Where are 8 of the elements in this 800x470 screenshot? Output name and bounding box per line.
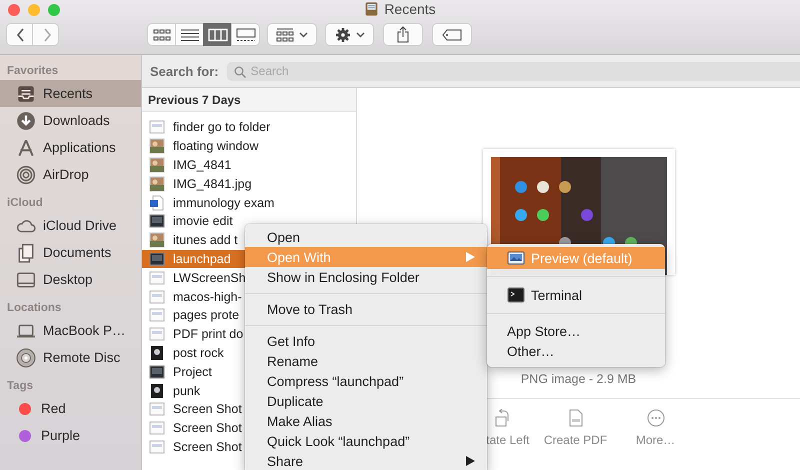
search-label: Search for: [150, 64, 219, 78]
sidebar-section-title: Locations [6, 301, 62, 316]
group-header: Previous 7 Days [142, 88, 356, 112]
file-info: PNG image - 2.9 MB [520, 372, 636, 386]
window-title: Recents [384, 1, 436, 17]
sidebar-section-title: iCloud [6, 196, 44, 211]
sidebar-section-title: Favorites [6, 64, 60, 79]
sidebar-section-title: Tags [6, 379, 34, 394]
